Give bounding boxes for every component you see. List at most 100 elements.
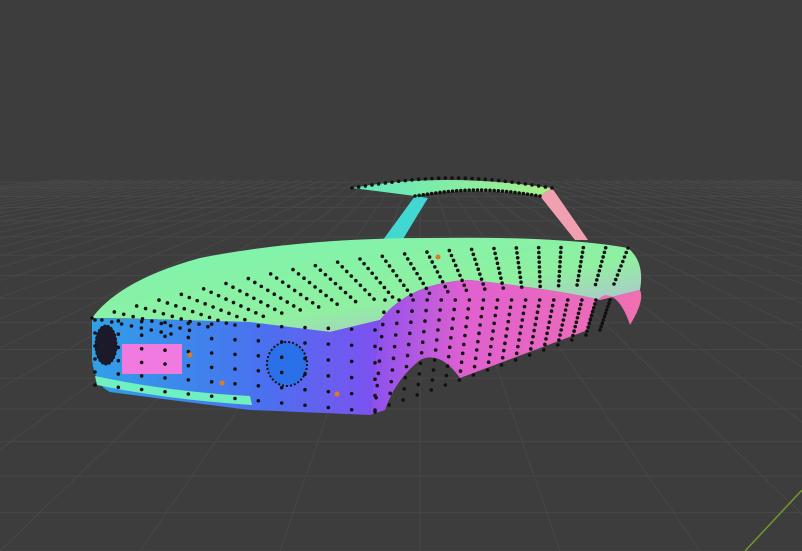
vertex[interactable] xyxy=(163,348,167,353)
vertex[interactable] xyxy=(521,311,526,316)
vertex[interactable] xyxy=(285,300,290,304)
vertex[interactable] xyxy=(557,338,561,342)
vertex[interactable] xyxy=(537,250,541,255)
vertex[interactable] xyxy=(231,300,236,305)
vertex[interactable] xyxy=(549,309,554,313)
vertex[interactable] xyxy=(615,273,620,277)
vertex[interactable] xyxy=(581,245,586,250)
vertex[interactable] xyxy=(235,314,239,319)
vertex[interactable] xyxy=(604,308,609,312)
vertex[interactable] xyxy=(501,348,506,353)
vertex[interactable] xyxy=(547,320,552,325)
vertex[interactable] xyxy=(494,256,499,261)
vertex[interactable] xyxy=(216,293,221,298)
vertex[interactable] xyxy=(619,264,623,268)
vertex[interactable] xyxy=(403,178,408,183)
vertex[interactable] xyxy=(523,298,528,302)
vertex[interactable] xyxy=(487,352,492,357)
vertex[interactable] xyxy=(382,285,387,290)
vertex[interactable] xyxy=(318,268,323,272)
vertex[interactable] xyxy=(523,182,528,186)
vertex[interactable] xyxy=(584,333,588,337)
vertex[interactable] xyxy=(418,361,423,366)
vertex[interactable] xyxy=(433,265,437,269)
vertex[interactable] xyxy=(595,278,599,282)
vertex[interactable] xyxy=(326,389,331,394)
vertex[interactable] xyxy=(451,258,456,263)
vertex[interactable] xyxy=(578,264,583,269)
vertex[interactable] xyxy=(430,378,435,382)
vertex[interactable] xyxy=(518,331,522,336)
vertex[interactable] xyxy=(613,277,618,282)
vertex[interactable] xyxy=(580,250,585,255)
vertex[interactable] xyxy=(348,295,353,299)
vertex[interactable] xyxy=(168,323,173,328)
vertex[interactable] xyxy=(558,264,562,269)
vertex[interactable] xyxy=(513,190,517,195)
vertex[interactable] xyxy=(493,313,498,318)
vertex[interactable] xyxy=(425,250,429,254)
vertex[interactable] xyxy=(302,276,306,281)
vertex[interactable] xyxy=(219,308,223,312)
vertex[interactable] xyxy=(238,289,242,293)
vertex[interactable] xyxy=(469,247,474,252)
vertex[interactable] xyxy=(559,328,563,332)
vertex[interactable] xyxy=(224,297,228,301)
vertex[interactable] xyxy=(93,383,97,387)
vertex[interactable] xyxy=(516,260,521,265)
vertex[interactable] xyxy=(292,288,297,293)
vertex[interactable] xyxy=(398,278,403,283)
vertex[interactable] xyxy=(349,375,354,380)
vertex[interactable] xyxy=(382,310,386,315)
vertex[interactable] xyxy=(392,344,397,349)
vertex[interactable] xyxy=(538,194,542,198)
vertex[interactable] xyxy=(500,281,504,285)
vertex[interactable] xyxy=(216,318,220,323)
vertex[interactable] xyxy=(174,304,178,308)
vertex[interactable] xyxy=(252,296,256,301)
vertex[interactable] xyxy=(418,276,422,281)
vertex[interactable] xyxy=(268,272,273,276)
vertex[interactable] xyxy=(409,261,413,266)
vertex[interactable] xyxy=(471,252,476,257)
vertex[interactable] xyxy=(596,273,600,278)
vertex[interactable] xyxy=(450,326,454,331)
vertex[interactable] xyxy=(530,340,534,345)
vertex[interactable] xyxy=(423,319,427,323)
vertex[interactable] xyxy=(279,385,284,390)
vertex[interactable] xyxy=(509,298,514,302)
vertex[interactable] xyxy=(600,259,604,264)
vertex[interactable] xyxy=(432,358,437,362)
vertex[interactable] xyxy=(536,184,541,188)
vertex[interactable] xyxy=(119,322,124,326)
vertex[interactable] xyxy=(152,309,157,313)
vertex[interactable] xyxy=(471,188,476,192)
vertex[interactable] xyxy=(473,356,478,361)
vertex[interactable] xyxy=(402,283,406,288)
vertex[interactable] xyxy=(402,252,407,256)
vertex[interactable] xyxy=(349,327,354,331)
vertex[interactable] xyxy=(139,333,144,338)
vertex[interactable] xyxy=(453,298,458,302)
vertex[interactable] xyxy=(517,270,522,275)
vertex[interactable] xyxy=(470,176,474,181)
vertex[interactable] xyxy=(388,391,392,396)
vertex[interactable] xyxy=(279,355,284,360)
vertex[interactable] xyxy=(427,255,432,259)
vertex[interactable] xyxy=(150,319,154,323)
vertex[interactable] xyxy=(521,191,526,196)
vertex[interactable] xyxy=(401,398,405,402)
vertex[interactable] xyxy=(272,292,277,297)
vertex[interactable] xyxy=(373,361,377,365)
vertex[interactable] xyxy=(303,356,307,361)
vertex[interactable] xyxy=(479,277,484,281)
vertex[interactable] xyxy=(245,292,249,297)
vertex[interactable] xyxy=(109,320,114,324)
vertex[interactable] xyxy=(479,314,484,319)
vertex[interactable] xyxy=(479,188,484,192)
vertex[interactable] xyxy=(344,269,349,274)
vertex[interactable] xyxy=(233,382,237,386)
vertex[interactable] xyxy=(505,327,509,331)
selected-vertex[interactable] xyxy=(334,391,340,397)
vertex[interactable] xyxy=(506,319,511,324)
